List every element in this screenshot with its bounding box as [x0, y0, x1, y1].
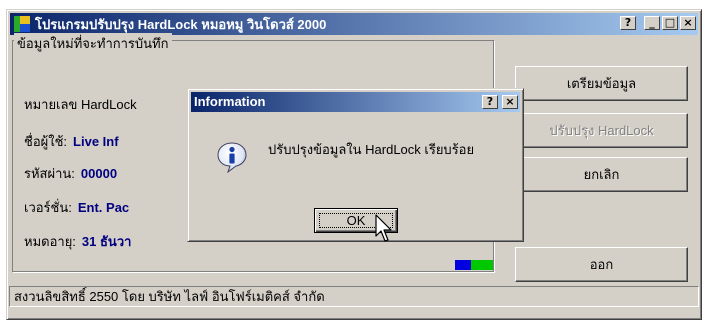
update-hardlock-button[interactable]: ปรับปรุง HardLock: [515, 113, 688, 148]
expiry-value: 31 ธันวา: [81, 234, 132, 249]
exit-button[interactable]: ออก: [515, 247, 688, 282]
version-label: เวอร์ชั่น:: [24, 200, 72, 215]
information-icon: [217, 142, 247, 173]
information-dialog: Information ? × ปรับปรุงข้อมูลใน HardLoc…: [187, 88, 524, 242]
mouse-cursor-icon: [375, 214, 392, 242]
window-title: โปรแกรมปรับปรุง HardLock หมอหมู วินโดวส์…: [35, 16, 327, 32]
password-value: 00000: [80, 166, 118, 181]
app-icon: [14, 16, 30, 32]
prepare-data-button[interactable]: เตรียมข้อมูล: [515, 66, 688, 101]
dialog-title-bar[interactable]: Information ? ×: [191, 92, 520, 112]
field-version: เวอร์ชั่น: Ent. Pac: [24, 197, 129, 218]
hardlock-number-label: หมายเลข HardLock: [24, 97, 137, 112]
version-value: Ent. Pac: [77, 200, 130, 215]
cancel-button[interactable]: ยกเลิก: [515, 157, 688, 192]
field-hardlock-number: หมายเลข HardLock: [24, 94, 137, 115]
minimize-button[interactable]: _: [644, 16, 660, 30]
maximize-button[interactable]: □: [662, 16, 678, 30]
groupbox-legend: ข้อมูลใหม่ที่จะทำการบันทึก: [14, 33, 172, 54]
field-username: ชื่อผู้ใช้: Live Inf: [24, 131, 119, 152]
username-label: ชื่อผู้ใช้:: [24, 134, 68, 149]
help-button[interactable]: ?: [620, 16, 636, 30]
field-expiry: หมดอายุ: 31 ธันวา: [24, 231, 131, 252]
dialog-message: ปรับปรุงข้อมูลใน HardLock เรียบร้อย: [268, 142, 475, 157]
username-value: Live Inf: [73, 134, 119, 149]
dialog-title: Information: [194, 94, 266, 109]
field-password: รหัสผ่าน: 00000: [24, 163, 117, 184]
password-label: รหัสผ่าน:: [24, 166, 75, 181]
dialog-close-button[interactable]: ×: [502, 95, 518, 109]
expiry-label: หมดอายุ:: [24, 234, 76, 249]
status-bar: สงวนลิขสิทธิ์ 2550 โดย บริษัท ไลฟ์ อินโฟ…: [9, 286, 699, 307]
close-button[interactable]: ×: [680, 16, 696, 30]
dialog-help-button[interactable]: ?: [482, 95, 498, 109]
status-indicator: [455, 260, 493, 270]
main-title-bar[interactable]: โปรแกรมปรับปรุง HardLock หมอหมู วินโดวส์…: [10, 13, 698, 35]
